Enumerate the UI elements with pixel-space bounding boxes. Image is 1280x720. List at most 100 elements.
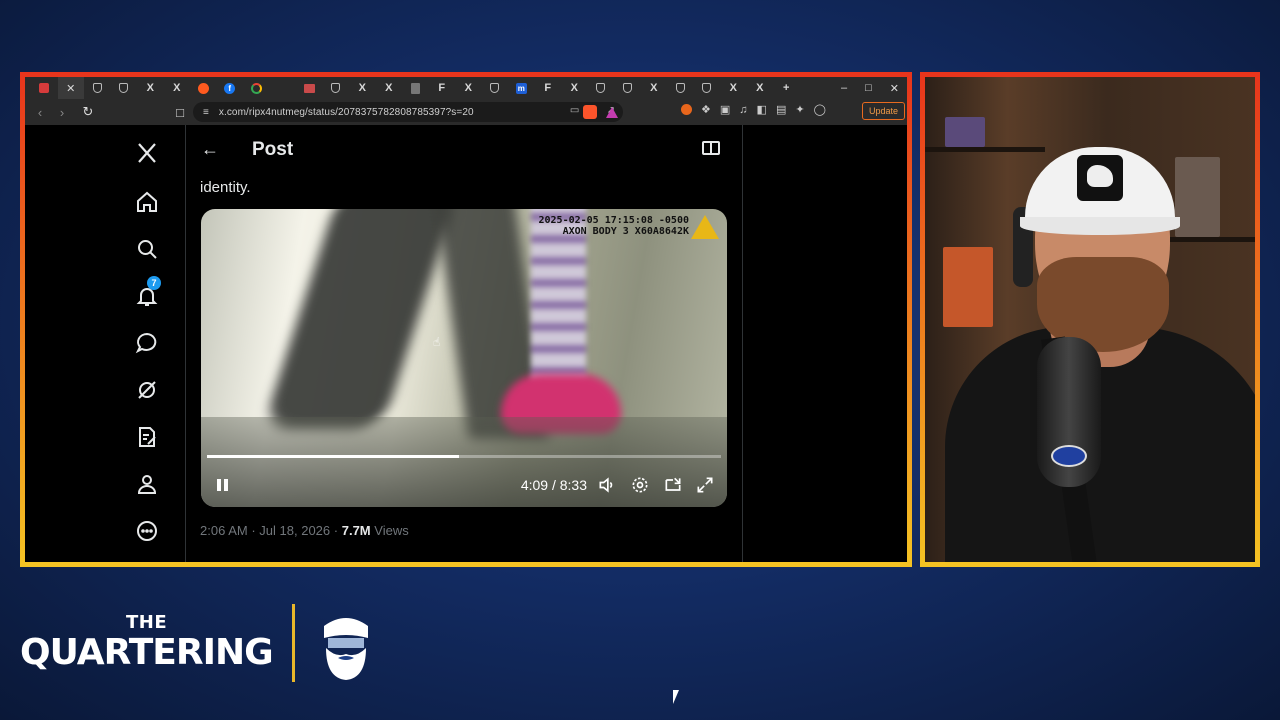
back-button[interactable]: ‹ [29, 105, 51, 120]
tab-shield-icon[interactable] [588, 77, 615, 99]
video-progress-fill [207, 455, 459, 458]
extensions-row: ❖ ▣ ♫ ◧ ▤ ✦ ◯ [681, 103, 826, 116]
f-logo-icon: F [544, 82, 552, 94]
reddit-icon [197, 82, 209, 94]
sidebar-icon[interactable]: ◧ [757, 103, 767, 116]
document-icon [410, 82, 420, 94]
video-player[interactable]: 2025-02-05 17:15:08 -0500 AXON BODY 3 X6… [201, 209, 727, 507]
update-button[interactable]: Update [861, 102, 905, 120]
drafts-icon[interactable] [133, 423, 161, 451]
tab-x-logo-icon[interactable]: X [561, 77, 588, 99]
tab-shield-icon[interactable] [323, 77, 350, 99]
tab-x-logo-icon[interactable]: X [137, 77, 164, 99]
music-icon[interactable]: ♫ [739, 104, 747, 116]
tab-close-x-icon[interactable]: ✕ [57, 77, 84, 99]
screenshot-icon[interactable]: ▣ [720, 103, 730, 116]
column-divider-left [185, 125, 186, 562]
red-square-icon [39, 83, 50, 93]
reader-mode-icon[interactable] [702, 141, 720, 155]
shield-icon [92, 83, 102, 93]
facebook-icon: f [224, 82, 236, 94]
tab-google-icon[interactable] [243, 77, 270, 99]
x-logo-icon: X [146, 82, 154, 94]
back-arrow-icon[interactable]: ← [201, 139, 219, 160]
minimize-button[interactable]: – [841, 82, 847, 94]
close-x-icon: ✕ [66, 82, 76, 95]
video-progress-bar[interactable] [207, 455, 721, 458]
webcam-feed [925, 77, 1255, 562]
picture-in-picture-icon[interactable] [663, 475, 683, 495]
tab-new-tab-icon[interactable]: + [773, 77, 800, 99]
tab-x-logo-icon[interactable]: X [349, 77, 376, 99]
tab-shield-icon[interactable] [614, 77, 641, 99]
shelf-collectible [1175, 157, 1220, 237]
shield-icon [331, 83, 341, 93]
extension-ball-icon[interactable] [681, 104, 692, 115]
address-bar[interactable]: ≡ x.com/ripx4nutmeg/status/2078375782808… [193, 102, 623, 122]
tab-facebook-icon[interactable]: f [217, 77, 244, 99]
tab-shield-icon[interactable] [694, 77, 721, 99]
tab-shield-icon[interactable] [482, 77, 509, 99]
volume-icon[interactable] [597, 475, 617, 495]
tab[interactable] [270, 77, 297, 99]
webcam-frame [920, 72, 1260, 567]
tab-strip: ✕ X Xf X X F Xm F X X X X + [25, 77, 907, 99]
cast-icon[interactable]: ▭ [570, 105, 579, 116]
shield-icon [119, 83, 129, 93]
x-logo-icon: X [464, 82, 472, 94]
vpn-shield-icon[interactable]: ◯ [814, 103, 826, 116]
tab-shield-icon[interactable] [667, 77, 694, 99]
tab-f-logo-icon[interactable]: F [429, 77, 456, 99]
tab-f-logo-icon[interactable]: F [535, 77, 562, 99]
maximize-button[interactable]: □ [865, 82, 872, 94]
tab-shield-icon[interactable] [111, 77, 138, 99]
tab-x-logo-icon[interactable]: X [376, 77, 403, 99]
tab-reddit-icon[interactable] [190, 77, 217, 99]
tab-x-logo-icon[interactable]: X [455, 77, 482, 99]
post-date[interactable]: Jul 18, 2026 [259, 523, 330, 538]
shield-icon [622, 83, 632, 93]
reload-icon[interactable]: ↻ [77, 104, 99, 120]
tab-x-logo-icon[interactable]: X [747, 77, 774, 99]
fullscreen-icon[interactable] [695, 475, 715, 495]
notification-count-badge: 7 [147, 276, 161, 290]
grok-icon[interactable] [133, 376, 161, 404]
wallet-icon[interactable]: ▤ [776, 103, 786, 116]
search-icon[interactable] [133, 235, 161, 263]
profile-icon[interactable] [133, 470, 161, 498]
x-logo-icon[interactable] [133, 139, 161, 167]
x-logo-icon: X [173, 82, 181, 94]
forward-button[interactable]: › [51, 105, 73, 120]
notifications-icon[interactable]: 7 [133, 276, 161, 310]
post-meta: 2:06 AM · Jul 18, 2026 · 7.7M Views [200, 523, 409, 538]
tab-picture-icon[interactable] [296, 77, 323, 99]
tab-red-square-icon[interactable] [31, 77, 58, 99]
home-icon[interactable] [133, 188, 161, 216]
x-logo-icon: X [570, 82, 578, 94]
settings-gear-icon[interactable] [630, 475, 650, 495]
shelf-collectible [945, 117, 985, 147]
tab-x-logo-icon[interactable]: X [641, 77, 668, 99]
google-icon [250, 82, 262, 94]
brave-shields-icon[interactable] [583, 105, 597, 119]
x-logo-icon: X [650, 82, 658, 94]
tab-m-logo-icon[interactable]: m [508, 77, 535, 99]
pause-icon[interactable] [217, 479, 229, 493]
leo-ai-icon[interactable]: ✦ [795, 103, 804, 116]
extensions-icon[interactable]: ❖ [701, 103, 711, 116]
browser-toolbar: ‹ › ↻ □ ≡ x.com/ripx4nutmeg/status/20783… [25, 99, 907, 125]
bookmark-icon[interactable]: □ [169, 105, 191, 120]
tab-x-logo-icon[interactable]: X [164, 77, 191, 99]
site-info-icon[interactable]: ≡ [203, 107, 209, 118]
messages-icon[interactable] [133, 329, 161, 357]
tab-document-icon[interactable] [402, 77, 429, 99]
close-window-button[interactable]: ✕ [890, 82, 899, 95]
more-icon[interactable] [133, 517, 161, 545]
video-controls: 4:09 / 8:33 [201, 463, 727, 507]
post-time[interactable]: 2:06 AM [200, 523, 248, 538]
f-logo-icon: F [438, 82, 446, 94]
tab-x-logo-icon[interactable]: X [720, 77, 747, 99]
tab-shield-icon[interactable] [84, 77, 111, 99]
new-tab-icon: + [783, 82, 790, 94]
brave-rewards-icon[interactable] [606, 107, 618, 118]
